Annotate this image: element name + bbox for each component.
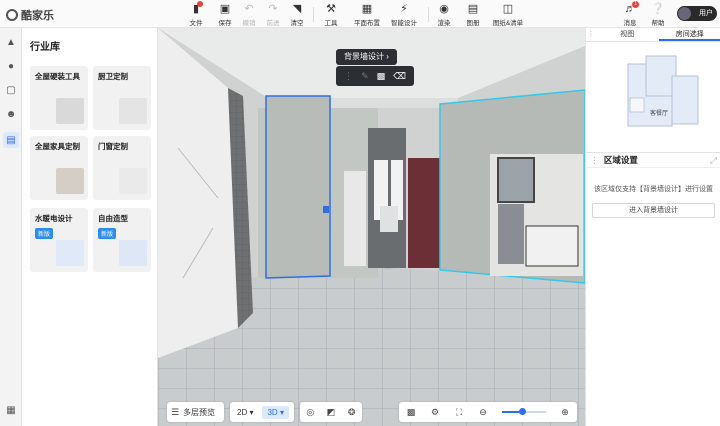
view-tools-group: ◎ ◩ ❂ — [300, 402, 362, 422]
toolbar-divider — [313, 7, 314, 22]
minimap-plan — [627, 55, 699, 127]
camera-settings-icon[interactable]: ⚙ — [427, 407, 443, 418]
room-3d-scene — [158, 28, 585, 426]
minimap-room-label: 客餐厅 — [650, 111, 669, 117]
rail-bulb-icon[interactable]: ● — [3, 58, 19, 74]
add-layer-icon[interactable]: ▩ — [377, 71, 386, 82]
file-menu-button[interactable]: ▮ 文件 — [183, 1, 209, 27]
camera-zoom-group: ▩ ⚙ ⛶ ⊖ ⊕ — [399, 402, 577, 422]
messages-button[interactable]: ♬ 消息 1 — [617, 1, 643, 27]
drawings-menu-button[interactable]: ◫ 图纸&清单 — [488, 3, 528, 27]
new-version-badge: 新版 — [35, 228, 54, 239]
drawings-icon: ◫ — [502, 3, 514, 15]
door-window-thumbnail — [119, 168, 147, 194]
furniture-thumbnail — [56, 168, 84, 194]
app-logo[interactable]: 酷家乐 — [6, 7, 54, 23]
wrench-icon: ⚒ — [326, 3, 336, 15]
3d-viewport[interactable]: 背景墙设计 › ⋮ ✎ ▩ ⌫ — [158, 28, 585, 426]
tab-view[interactable]: 视图 — [596, 28, 659, 41]
plumbing-thumbnail — [56, 240, 84, 266]
smart-design-button[interactable]: ⚡ 智能设计 — [384, 3, 424, 27]
render-button[interactable]: ◉ 渲染 — [431, 3, 457, 27]
zoom-out-icon[interactable]: ⊖ — [475, 407, 491, 418]
library-card[interactable]: 全屋硬装工具 — [30, 66, 88, 130]
gallery-button[interactable]: ▤ 图册 — [460, 3, 486, 27]
clear-button[interactable]: ◥ 清空 — [284, 3, 310, 27]
floor-minimap[interactable]: 客餐厅 — [586, 42, 720, 148]
file-badge — [197, 1, 203, 7]
tab-room-select[interactable]: 房间选择 — [658, 28, 720, 41]
mode-2d-button[interactable]: 2D ▾ — [232, 406, 258, 419]
floor-plan-button[interactable]: ▦ 平面布置 — [347, 3, 387, 27]
eraser-icon: ◥ — [292, 3, 302, 15]
cube-icon[interactable]: ◩ — [323, 407, 339, 418]
rail-house-icon[interactable]: ▲ — [3, 34, 19, 50]
zoom-slider[interactable] — [502, 408, 546, 415]
freeform-thumbnail — [119, 240, 147, 266]
new-version-badge: 新版 — [98, 228, 117, 239]
eraser-icon[interactable]: ⌫ — [393, 71, 406, 82]
multi-floor-button[interactable]: ☰ 多层预览 — [167, 402, 224, 422]
expand-icon[interactable]: ⤢ — [710, 153, 717, 168]
region-settings-header: ⋮ 区域设置 ⤢ — [586, 152, 720, 168]
view-tabs: ⋮ 视图 房间选择 — [586, 28, 720, 42]
drag-handle-icon[interactable]: ⋮ — [344, 71, 353, 82]
library-card[interactable]: 自由造型 新版 — [93, 208, 151, 272]
logo-icon — [6, 9, 18, 21]
region-hint-text: 该区域仅支持【背景墙设计】进行设置 — [594, 186, 713, 193]
gallery-icon: ▤ — [467, 3, 479, 15]
library-card[interactable]: 厨卫定制 — [93, 66, 151, 130]
zoom-in-icon[interactable]: ⊕ — [557, 407, 573, 418]
help-button[interactable]: ❔ 帮助 — [645, 3, 671, 27]
undo-button[interactable]: ↶ 撤销 — [236, 3, 262, 27]
rail-user-icon[interactable]: ☻ — [3, 106, 19, 122]
messages-badge: 1 — [632, 1, 639, 8]
floor-plan-icon: ▦ — [361, 3, 373, 15]
help-icon: ❔ — [651, 3, 665, 15]
save-icon: ▣ — [219, 3, 231, 15]
undo-icon: ↶ — [244, 3, 254, 15]
redo-icon: ↷ — [268, 3, 278, 15]
tools-menu-button[interactable]: ⚒ 工具 — [318, 3, 344, 27]
wall-design-tooltip[interactable]: 背景墙设计 › — [336, 49, 397, 65]
render-icon: ◉ — [439, 3, 449, 15]
bottom-toolbar: ☰ 多层预览 2D ▾ 3D ▾ ◎ ◩ ❂ ▩ ⚙ ⛶ ⊖ ⊕ — [167, 402, 577, 424]
industry-library-panel: 行业库 全屋硬装工具 厨卫定制 全屋家具定制 门窗定制 水暖电设计 新版 自由造… — [22, 28, 158, 426]
compass-icon[interactable]: ❂ — [344, 407, 360, 418]
library-card[interactable]: 水暖电设计 新版 — [30, 208, 88, 272]
hard-decor-thumbnail — [56, 98, 84, 124]
fit-view-icon[interactable]: ⛶ — [451, 407, 467, 418]
camera-save-icon[interactable]: ▩ — [403, 407, 419, 418]
rail-box-icon[interactable]: ▢ — [3, 82, 19, 98]
rail-industry-icon[interactable]: ▤ — [3, 132, 19, 148]
enter-wall-design-button[interactable]: 进入背景墙设计 — [592, 203, 715, 218]
drag-handle-icon[interactable]: ⋮ — [590, 155, 599, 165]
view-mode-switch: 2D ▾ 3D ▾ — [230, 402, 294, 422]
eye-icon[interactable]: ◎ — [302, 407, 318, 418]
lightning-icon: ⚡ — [400, 3, 408, 15]
toolbar-divider — [428, 7, 429, 22]
drag-handle-icon[interactable]: ⋮ — [586, 28, 596, 41]
wall-edit-toolbar: ⋮ ✎ ▩ ⌫ — [336, 66, 414, 86]
pen-icon[interactable]: ✎ — [361, 71, 369, 82]
user-avatar[interactable]: 用户 — [677, 6, 717, 21]
right-panel: ⋮ 视图 房间选择 客餐厅 ⋮ 区域设置 ⤢ 该区域仅支持【背景墙设计】进行设置… — [585, 28, 720, 426]
logo-text: 酷家乐 — [21, 10, 54, 22]
zoom-slider-knob[interactable] — [518, 408, 526, 415]
layers-icon: ☰ — [170, 406, 180, 417]
library-card[interactable]: 门窗定制 — [93, 136, 151, 200]
library-title: 行业库 — [30, 42, 60, 53]
kitchen-bath-thumbnail — [119, 98, 147, 124]
top-toolbar: 酷家乐 ▮ 文件 ▣ 保存 ↶ 撤销 ↷ 前进 ◥ 清空 ⚒ 工具 ▦ 平面布置… — [0, 0, 720, 28]
mode-3d-button[interactable]: 3D ▾ — [262, 405, 289, 419]
redo-button[interactable]: ↷ 前进 — [260, 3, 286, 27]
library-card[interactable]: 全屋家具定制 — [30, 136, 88, 200]
rail-calculator-icon[interactable]: ▦ — [3, 402, 19, 418]
save-button[interactable]: ▣ 保存 — [212, 3, 238, 27]
left-rail: ▲ ● ▢ ☻ ▤ ▦ — [0, 28, 22, 426]
